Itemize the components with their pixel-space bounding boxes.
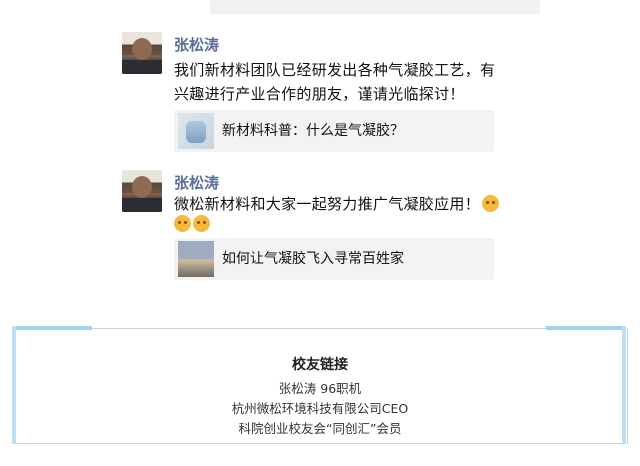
card-line: 科院创业校友会“同创汇”会员 <box>238 421 402 436</box>
avatar-shirt <box>122 198 162 212</box>
avatar-face <box>132 38 152 60</box>
shared-link-card[interactable]: 如何让气凝胶飞入寻常百姓家 <box>174 238 494 280</box>
link-title: 如何让气凝胶飞入寻常百姓家 <box>222 251 404 267</box>
grinning-emoji-icon <box>482 195 500 212</box>
grinning-emoji-icon <box>174 215 191 232</box>
card-accent <box>546 326 626 330</box>
moment-post: 张松涛 我们新材料团队已经研发出各种气凝胶工艺，有 兴趣进行产业合作的朋友，谨请… <box>112 20 512 156</box>
post-message-line: 微松新材料和大家一起努力推广气凝胶应用！ <box>174 192 500 216</box>
author-name[interactable]: 张松涛 <box>174 34 219 55</box>
author-name[interactable]: 张松涛 <box>174 172 219 193</box>
card-title: 校友链接 <box>292 357 348 373</box>
avatar[interactable] <box>122 170 162 212</box>
post-message-line: 我们新材料团队已经研发出各种气凝胶工艺，有 <box>174 61 496 79</box>
avatar[interactable] <box>122 32 162 74</box>
shared-link-card[interactable]: 新材料科普：什么是气凝胶？ <box>174 110 494 152</box>
link-title: 新材料科普：什么是气凝胶？ <box>222 123 404 139</box>
avatar-shirt <box>122 60 162 74</box>
aerogel-thumbnail-icon <box>178 113 214 149</box>
grinning-emoji-icon <box>193 215 210 232</box>
top-strip <box>210 0 540 14</box>
post-message-line: 兴趣进行产业合作的朋友，谨请光临探讨！ <box>174 85 465 103</box>
card-line: 杭州微松环境科技有限公司CEO <box>231 401 409 416</box>
card-accent <box>12 326 92 330</box>
avatar-face <box>132 176 152 198</box>
sky-thumbnail-icon <box>178 241 214 277</box>
post-message-text: 微松新材料和大家一起努力推广气凝胶应用！ <box>174 195 481 213</box>
moment-post: 张松涛 微松新材料和大家一起努力推广气凝胶应用！ 如何让气凝胶飞入寻常百姓家 <box>112 162 520 288</box>
card-line: 张松涛 96职机 <box>278 381 362 396</box>
emoji-row <box>174 214 210 233</box>
